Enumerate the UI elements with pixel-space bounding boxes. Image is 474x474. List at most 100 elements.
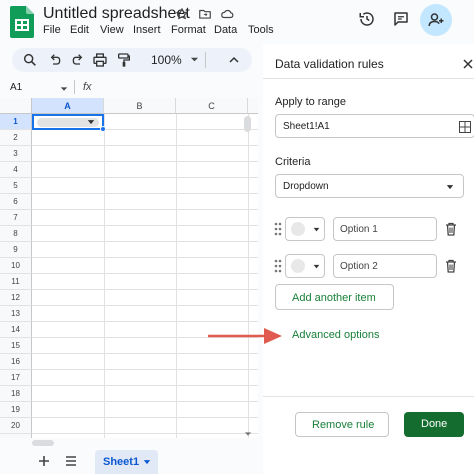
column-header-a[interactable]: A bbox=[32, 98, 104, 114]
option-2-color-picker[interactable] bbox=[285, 254, 325, 278]
fill-handle[interactable] bbox=[100, 126, 106, 132]
share-button[interactable] bbox=[420, 4, 452, 36]
grid-line bbox=[32, 241, 258, 242]
range-value: Sheet1!A1 bbox=[283, 121, 330, 132]
scroll-down-arrow-icon[interactable] bbox=[244, 430, 252, 438]
grid-line bbox=[32, 289, 258, 290]
grid-line bbox=[32, 225, 258, 226]
row-header[interactable]: 14 bbox=[0, 322, 32, 338]
panel-title: Data validation rules bbox=[275, 57, 384, 71]
name-box-dropdown-icon[interactable] bbox=[60, 85, 68, 93]
option-2-input[interactable]: Option 2 bbox=[333, 254, 437, 278]
delete-option-1-icon[interactable] bbox=[445, 222, 457, 236]
option-1-color-picker[interactable] bbox=[285, 217, 325, 241]
chevron-up-icon[interactable] bbox=[226, 52, 242, 68]
chip-dropdown-icon[interactable] bbox=[87, 119, 95, 126]
zoom-select[interactable]: 100% bbox=[151, 53, 182, 67]
menu-file[interactable]: File bbox=[43, 24, 61, 36]
color-dropdown-icon[interactable] bbox=[313, 264, 320, 270]
menu-tools[interactable]: Tools bbox=[248, 24, 274, 36]
select-all-corner[interactable] bbox=[0, 98, 32, 114]
zoom-dropdown-icon[interactable] bbox=[190, 55, 199, 64]
column-header-c[interactable]: C bbox=[176, 98, 248, 114]
row-header[interactable]: 20 bbox=[0, 418, 32, 434]
menu-data[interactable]: Data bbox=[214, 24, 237, 36]
criteria-select[interactable]: Dropdown bbox=[275, 174, 464, 198]
print-icon[interactable] bbox=[92, 52, 108, 68]
row-header[interactable]: 13 bbox=[0, 306, 32, 322]
star-icon[interactable] bbox=[175, 7, 189, 21]
search-menus-icon[interactable] bbox=[22, 52, 38, 68]
remove-rule-button[interactable]: Remove rule bbox=[295, 412, 389, 437]
row-header[interactable]: 17 bbox=[0, 370, 32, 386]
row-header[interactable]: 5 bbox=[0, 178, 32, 194]
menu-format[interactable]: Format bbox=[171, 24, 206, 36]
menu-edit[interactable]: Edit bbox=[70, 24, 89, 36]
option-1-input[interactable]: Option 1 bbox=[333, 217, 437, 241]
toolbar: 100% bbox=[12, 48, 252, 72]
criteria-dropdown-icon[interactable] bbox=[446, 184, 454, 191]
spreadsheet-grid[interactable]: A B C 123456789101112131415161718192021 bbox=[0, 98, 258, 438]
row-header[interactable]: 1 bbox=[0, 114, 32, 130]
column-header-b[interactable]: B bbox=[104, 98, 176, 114]
grid-line bbox=[104, 114, 105, 438]
row-header[interactable]: 11 bbox=[0, 274, 32, 290]
grid-line bbox=[32, 321, 258, 322]
redo-icon[interactable] bbox=[70, 52, 86, 68]
drag-handle-icon[interactable] bbox=[274, 259, 282, 273]
row-header[interactable]: 15 bbox=[0, 338, 32, 354]
grid-line bbox=[32, 401, 258, 402]
grid-line bbox=[32, 369, 258, 370]
range-input[interactable]: Sheet1!A1 bbox=[275, 114, 474, 138]
grid-line bbox=[32, 257, 258, 258]
row-header[interactable]: 10 bbox=[0, 258, 32, 274]
selected-cell-a1[interactable] bbox=[32, 114, 106, 132]
document-title[interactable]: Untitled spreadsheet bbox=[43, 5, 190, 23]
data-validation-panel: Data validation rules Apply to range She… bbox=[263, 44, 474, 474]
row-header[interactable]: 12 bbox=[0, 290, 32, 306]
row-header[interactable]: 8 bbox=[0, 226, 32, 242]
menu-view[interactable]: View bbox=[100, 24, 124, 36]
close-panel-icon[interactable] bbox=[463, 59, 473, 69]
menu-insert[interactable]: Insert bbox=[133, 24, 161, 36]
row-header[interactable]: 7 bbox=[0, 210, 32, 226]
name-box[interactable]: A1 bbox=[10, 82, 22, 93]
row-header[interactable]: 4 bbox=[0, 162, 32, 178]
row-header[interactable]: 2 bbox=[0, 130, 32, 146]
all-sheets-icon[interactable] bbox=[65, 456, 77, 466]
row-header[interactable]: 18 bbox=[0, 386, 32, 402]
select-range-grid-icon[interactable] bbox=[459, 121, 471, 133]
drag-handle-icon[interactable] bbox=[274, 222, 282, 236]
move-folder-icon[interactable] bbox=[198, 7, 212, 21]
row-header[interactable]: 9 bbox=[0, 242, 32, 258]
delete-option-2-icon[interactable] bbox=[445, 259, 457, 273]
paint-format-icon[interactable] bbox=[116, 52, 132, 68]
done-button[interactable]: Done bbox=[404, 412, 464, 437]
add-another-item-label: Add another item bbox=[292, 292, 376, 304]
comments-icon[interactable] bbox=[390, 8, 412, 30]
grid-line bbox=[32, 209, 258, 210]
cloud-status-icon[interactable] bbox=[220, 7, 234, 21]
grid-line bbox=[32, 161, 258, 162]
grid-line bbox=[248, 114, 249, 438]
add-sheet-icon[interactable] bbox=[38, 455, 50, 467]
grid-line bbox=[32, 177, 258, 178]
sheet-tab-sheet1[interactable]: Sheet1 bbox=[95, 450, 158, 474]
advanced-options-toggle[interactable]: Advanced options bbox=[292, 329, 379, 341]
row-header[interactable]: 19 bbox=[0, 402, 32, 418]
color-dropdown-icon[interactable] bbox=[313, 227, 320, 233]
add-another-item-button[interactable]: Add another item bbox=[275, 284, 394, 310]
criteria-label: Criteria bbox=[275, 156, 311, 168]
row-header[interactable]: 3 bbox=[0, 146, 32, 162]
row-header[interactable]: 16 bbox=[0, 354, 32, 370]
row-header[interactable]: 6 bbox=[0, 194, 32, 210]
version-history-icon[interactable] bbox=[356, 8, 378, 30]
sheet-tab-label: Sheet1 bbox=[103, 456, 140, 468]
undo-icon[interactable] bbox=[47, 52, 63, 68]
row-header[interactable]: 21 bbox=[0, 434, 32, 438]
sheets-logo-icon[interactable] bbox=[10, 6, 34, 38]
vertical-scrollbar-thumb[interactable] bbox=[244, 116, 251, 132]
grid-line bbox=[32, 273, 258, 274]
grid-line bbox=[32, 193, 258, 194]
sheet-menu-dropdown-icon[interactable] bbox=[143, 459, 151, 466]
